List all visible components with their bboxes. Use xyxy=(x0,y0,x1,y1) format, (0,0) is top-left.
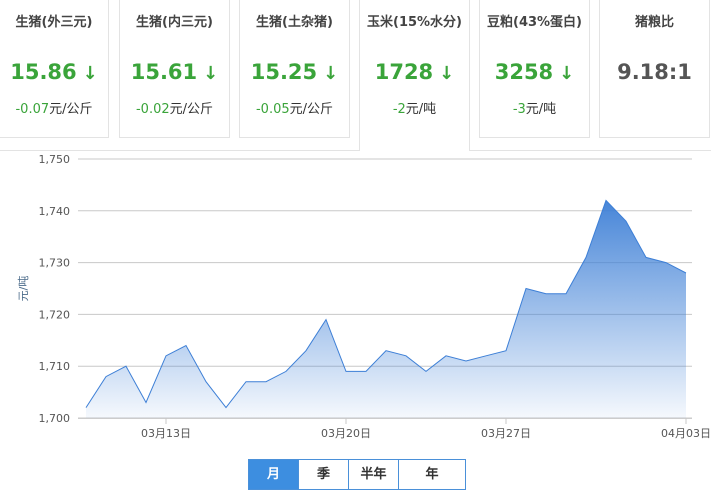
area-fill xyxy=(86,200,686,418)
change-value: -0.05 xyxy=(255,102,290,117)
price-value: 3258 xyxy=(494,60,554,84)
tab-year[interactable]: 年 xyxy=(399,460,465,489)
card-change: -0.02元/公斤 xyxy=(120,98,229,117)
change-unit: 元/吨 xyxy=(405,102,437,117)
card-pig-grain-ratio[interactable]: 猪粮比 9.18:1 xyxy=(599,0,710,138)
change-value: -0.02 xyxy=(135,102,170,117)
change-value: -0.07 xyxy=(15,102,50,117)
card-pig-waisanyuan[interactable]: 生猪(外三元) 15.86 ↓ -0.07元/公斤 xyxy=(0,0,109,138)
y-tick-label: 1,740 xyxy=(39,205,71,218)
card-pig-tuzazhu[interactable]: 生猪(土杂猪) 15.25 ↓ -0.05元/公斤 xyxy=(239,0,350,138)
y-tick-label: 1,750 xyxy=(39,153,71,166)
card-change: -0.05元/公斤 xyxy=(240,98,349,117)
price-cards: 生猪(外三元) 15.86 ↓ -0.07元/公斤 生猪(内三元) 15.61 ↓ … xyxy=(0,0,711,151)
y-tick-label: 1,730 xyxy=(39,257,71,270)
change-unit: 元/公斤 xyxy=(169,102,214,117)
card-value: 15.86 ↓ xyxy=(0,60,108,84)
price-value: 1728 xyxy=(374,60,434,84)
y-tick-label: 1,710 xyxy=(39,360,71,373)
change-unit: 元/公斤 xyxy=(49,102,93,117)
change-unit: 元/公斤 xyxy=(289,102,334,117)
change-unit: 元/吨 xyxy=(525,102,557,117)
card-soybean-meal[interactable]: 豆粕(43%蛋白) 3258 ↓ -3元/吨 xyxy=(479,0,590,138)
card-value: 9.18:1 xyxy=(617,60,692,84)
down-arrow-icon: ↓ xyxy=(82,63,98,84)
change-value: -2 xyxy=(392,102,406,117)
down-arrow-icon: ↓ xyxy=(203,63,219,84)
card-change: -3元/吨 xyxy=(480,98,589,117)
price-value: 15.25 xyxy=(250,60,318,84)
card-title: 玉米(15%水分) xyxy=(367,15,462,30)
card-value: 15.61 ↓ xyxy=(120,60,229,84)
card-title: 豆粕(43%蛋白) xyxy=(487,15,582,30)
x-tick-label: 03月27日 xyxy=(481,427,531,440)
card-value: 1728 ↓ xyxy=(360,60,469,84)
y-tick-label: 1,720 xyxy=(39,308,71,321)
price-value: 15.61 xyxy=(130,60,198,84)
x-tick-label: 04月03日 xyxy=(661,427,711,440)
card-corn[interactable]: 玉米(15%水分) 1728 ↓ -2元/吨 xyxy=(359,0,470,151)
tab-month[interactable]: 月 xyxy=(249,460,299,489)
price-value: 15.86 xyxy=(10,60,77,84)
change-value: -3 xyxy=(512,102,526,117)
down-arrow-icon: ↓ xyxy=(559,63,575,84)
y-axis-title: 元/吨 xyxy=(17,276,30,302)
card-value: 3258 ↓ xyxy=(480,60,589,84)
panel-border xyxy=(0,150,711,151)
x-tick-label: 03月13日 xyxy=(141,427,191,440)
y-tick-label: 1,700 xyxy=(39,412,71,425)
card-title: 生猪(土杂猪) xyxy=(256,15,333,30)
card-change: -0.07元/公斤 xyxy=(0,98,108,117)
tab-quarter[interactable]: 季 xyxy=(299,460,349,489)
card-title: 生猪(外三元) xyxy=(15,15,93,30)
card-value: 15.25 ↓ xyxy=(240,60,349,84)
down-arrow-icon: ↓ xyxy=(323,63,339,84)
card-pig-neisanyuan[interactable]: 生猪(内三元) 15.61 ↓ -0.02元/公斤 xyxy=(119,0,230,138)
down-arrow-icon: ↓ xyxy=(439,63,455,84)
card-title: 猪粮比 xyxy=(634,15,674,30)
tab-half-year[interactable]: 半年 xyxy=(349,460,399,489)
card-change: -2元/吨 xyxy=(360,98,469,117)
card-title: 生猪(内三元) xyxy=(136,15,213,30)
price-chart: 1,7001,7101,7201,7301,7401,750 03月13日 03月… xyxy=(17,153,711,440)
period-tabs: 月 季 半年 年 xyxy=(248,459,466,490)
x-axis-ticks: 03月13日 03月20日 03月27日 04月03日 xyxy=(141,418,711,440)
x-tick-label: 03月20日 xyxy=(321,427,371,440)
y-axis-labels: 1,700 1,710 1,720 1,730 1,740 1,750 xyxy=(39,153,71,425)
